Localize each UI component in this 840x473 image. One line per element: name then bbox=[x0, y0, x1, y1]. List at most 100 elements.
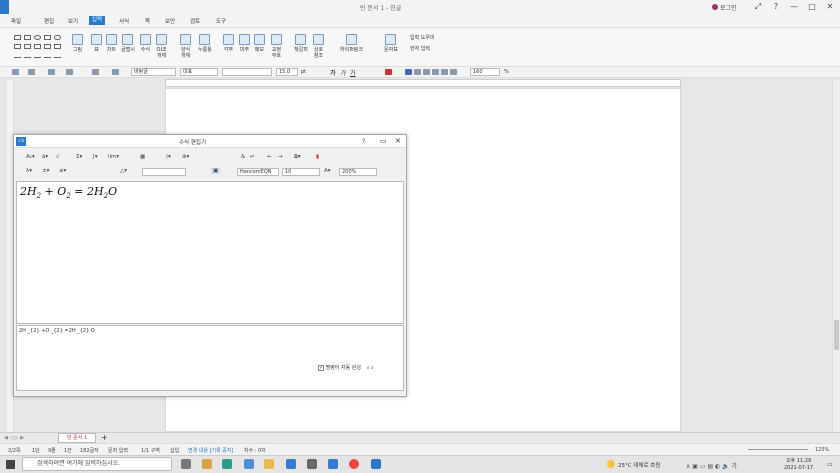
scroll-thumb[interactable] bbox=[834, 320, 839, 350]
print-icon[interactable] bbox=[66, 69, 73, 75]
folder-icon[interactable] bbox=[264, 459, 274, 469]
restore-icon[interactable]: ▭ bbox=[380, 137, 387, 145]
hanja-input-button[interactable]: 한자 입력 bbox=[410, 45, 430, 52]
add-tab-button[interactable]: + bbox=[101, 433, 108, 442]
justify-icon[interactable] bbox=[432, 69, 439, 75]
ribbon-button[interactable]: 차트 bbox=[106, 34, 117, 53]
undo-icon[interactable] bbox=[92, 69, 99, 75]
ribbon-button[interactable]: 메모 bbox=[254, 34, 265, 53]
ribbon-button[interactable]: 하이퍼링크 bbox=[340, 34, 363, 53]
shape-gallery[interactable] bbox=[12, 33, 67, 61]
explorer-icon[interactable] bbox=[244, 459, 254, 469]
equation-script-input[interactable]: 2H _{2} +O _{2} =2H _{2} O bbox=[16, 325, 404, 391]
eq-font-select[interactable]: HancomEQN bbox=[237, 168, 279, 176]
eq-color-icon[interactable]: A▾ bbox=[324, 168, 331, 174]
close-icon[interactable]: ✕ bbox=[824, 2, 836, 11]
superscript-icon[interactable]: A₁▾ bbox=[26, 154, 35, 160]
vertical-scrollbar[interactable] bbox=[832, 80, 840, 432]
font-select[interactable] bbox=[222, 68, 272, 76]
limit-icon[interactable]: lim▾ bbox=[108, 154, 119, 160]
taskbar-search[interactable]: 검색하려면 여기에 입력하십시오. bbox=[22, 457, 172, 471]
ribbon-button[interactable]: 미주 bbox=[239, 34, 250, 53]
menu-security[interactable]: 보안 bbox=[165, 17, 175, 25]
close-icon[interactable]: ✕ bbox=[395, 137, 401, 145]
ribbon-button[interactable]: 수식 bbox=[140, 34, 151, 53]
greek-icon[interactable]: λ▾ bbox=[26, 168, 32, 174]
line-spacing-icon[interactable] bbox=[450, 69, 457, 75]
ribbon-button[interactable]: 누름틀 bbox=[198, 34, 212, 53]
menu-insert[interactable]: 입력 bbox=[89, 16, 106, 25]
ribbon-button[interactable]: 표 bbox=[91, 34, 102, 53]
zoom-out-icon[interactable]: ⌕ bbox=[367, 365, 370, 371]
photos-icon[interactable] bbox=[328, 459, 338, 469]
underline-icon[interactable]: 가 bbox=[350, 68, 356, 77]
ribbon-button[interactable]: 문자표 bbox=[384, 34, 398, 53]
mail-icon[interactable] bbox=[286, 459, 296, 469]
tab-nav-icon[interactable]: ◀ ◁ ▷ ▶ bbox=[4, 435, 24, 441]
ampersand-icon[interactable]: & bbox=[241, 154, 245, 160]
save-icon[interactable] bbox=[48, 69, 55, 75]
dialog-header[interactable]: √x 수식 편집기 ? ▭ ✕ bbox=[14, 135, 406, 148]
notification-icon[interactable]: ▭ bbox=[827, 461, 833, 468]
clock-date[interactable]: 2021-07-17 bbox=[784, 465, 813, 471]
align-center-icon[interactable] bbox=[414, 69, 421, 75]
zoom-input[interactable]: 160 bbox=[470, 68, 500, 76]
arrow-icon[interactable]: ⊕▾ bbox=[182, 154, 189, 160]
chrome-icon[interactable] bbox=[349, 459, 359, 469]
ribbon-button[interactable]: 각주 bbox=[223, 34, 234, 53]
symbol-select[interactable] bbox=[142, 168, 186, 176]
fraction-icon[interactable]: ā▾ bbox=[42, 154, 48, 160]
eq-size-select[interactable]: 10 bbox=[282, 168, 320, 176]
menu-file[interactable]: 파일 bbox=[11, 17, 21, 25]
zoom-in-icon[interactable]: ⌕ bbox=[371, 365, 374, 371]
minimize-icon[interactable]: — bbox=[788, 2, 800, 11]
auto-complete-option[interactable]: ✓ 명령어 자동 완성 ⌕ ⌕ bbox=[318, 364, 398, 375]
bold-icon[interactable]: 가 bbox=[330, 68, 336, 77]
windows-icon[interactable] bbox=[6, 460, 15, 469]
task-view-icon[interactable] bbox=[181, 459, 191, 469]
camera-icon[interactable] bbox=[307, 459, 317, 469]
menu-tools[interactable]: 도구 bbox=[216, 17, 226, 25]
weather-text[interactable]: 25°C 대체로 흐림 bbox=[618, 461, 660, 469]
restore-icon[interactable]: ⤢ bbox=[752, 2, 764, 12]
ribbon-button[interactable]: 교정 부호 bbox=[271, 34, 282, 59]
enter-icon[interactable]: ↵ bbox=[250, 154, 255, 160]
triangle-icon[interactable]: △▾ bbox=[120, 168, 127, 174]
ribbon-button[interactable]: OLE 개체 bbox=[156, 34, 167, 59]
clock-time[interactable]: 오후 11:29 bbox=[786, 457, 811, 464]
ribbon-button[interactable]: 그림 bbox=[72, 34, 83, 53]
align-right-icon[interactable] bbox=[423, 69, 430, 75]
input-helper-button[interactable]: 입력 도우미 bbox=[410, 34, 435, 41]
menu-review[interactable]: 검토 bbox=[190, 17, 200, 25]
formula-mode-icon[interactable]: ▣ bbox=[211, 168, 221, 174]
exit-icon[interactable]: ▮ bbox=[316, 154, 319, 160]
integral-icon[interactable]: ∫▾ bbox=[92, 154, 98, 160]
font-color-icon[interactable] bbox=[385, 69, 392, 75]
italic-icon[interactable]: 가 bbox=[340, 68, 346, 77]
insert-icon[interactable]: ⧉▾ bbox=[294, 154, 301, 161]
help-button[interactable]: ? bbox=[362, 138, 365, 145]
redo-icon[interactable] bbox=[112, 69, 119, 75]
ribbon-button[interactable]: 상호 참조 bbox=[313, 34, 324, 59]
operator-icon[interactable]: ±▾ bbox=[42, 168, 49, 174]
sum-icon[interactable]: Σ▾ bbox=[76, 154, 82, 160]
tab-document[interactable]: 빈 문서 1 bbox=[58, 433, 96, 443]
distribute-icon[interactable] bbox=[441, 69, 448, 75]
tray-icons[interactable]: ∧ ▣ ▭ ▤ ◐ 🔈 가 bbox=[686, 461, 737, 470]
relation-icon[interactable]: ≤▾ bbox=[59, 168, 66, 174]
ribbon-button[interactable]: 책갈피 bbox=[294, 34, 308, 53]
ribbon-button[interactable]: 양식 개체 bbox=[180, 34, 191, 59]
login-button[interactable]: 로그인 bbox=[720, 3, 737, 12]
open-icon[interactable] bbox=[28, 69, 35, 75]
zoom-slider[interactable] bbox=[748, 449, 808, 450]
bracket-icon[interactable]: (▾ bbox=[166, 154, 171, 160]
language-select[interactable]: 대표 bbox=[180, 68, 218, 76]
new-doc-icon[interactable] bbox=[12, 69, 19, 75]
equation-preview[interactable]: 2H2 + O2 = 2H2O bbox=[16, 181, 404, 324]
menu-view[interactable]: 보기 bbox=[68, 17, 78, 25]
menu-format[interactable]: 서식 bbox=[119, 17, 129, 25]
style-select[interactable]: 바탕글 bbox=[131, 68, 176, 76]
prev-icon[interactable]: ← bbox=[267, 154, 272, 160]
root-icon[interactable]: √ bbox=[56, 154, 60, 160]
maximize-icon[interactable]: □ bbox=[806, 2, 818, 11]
